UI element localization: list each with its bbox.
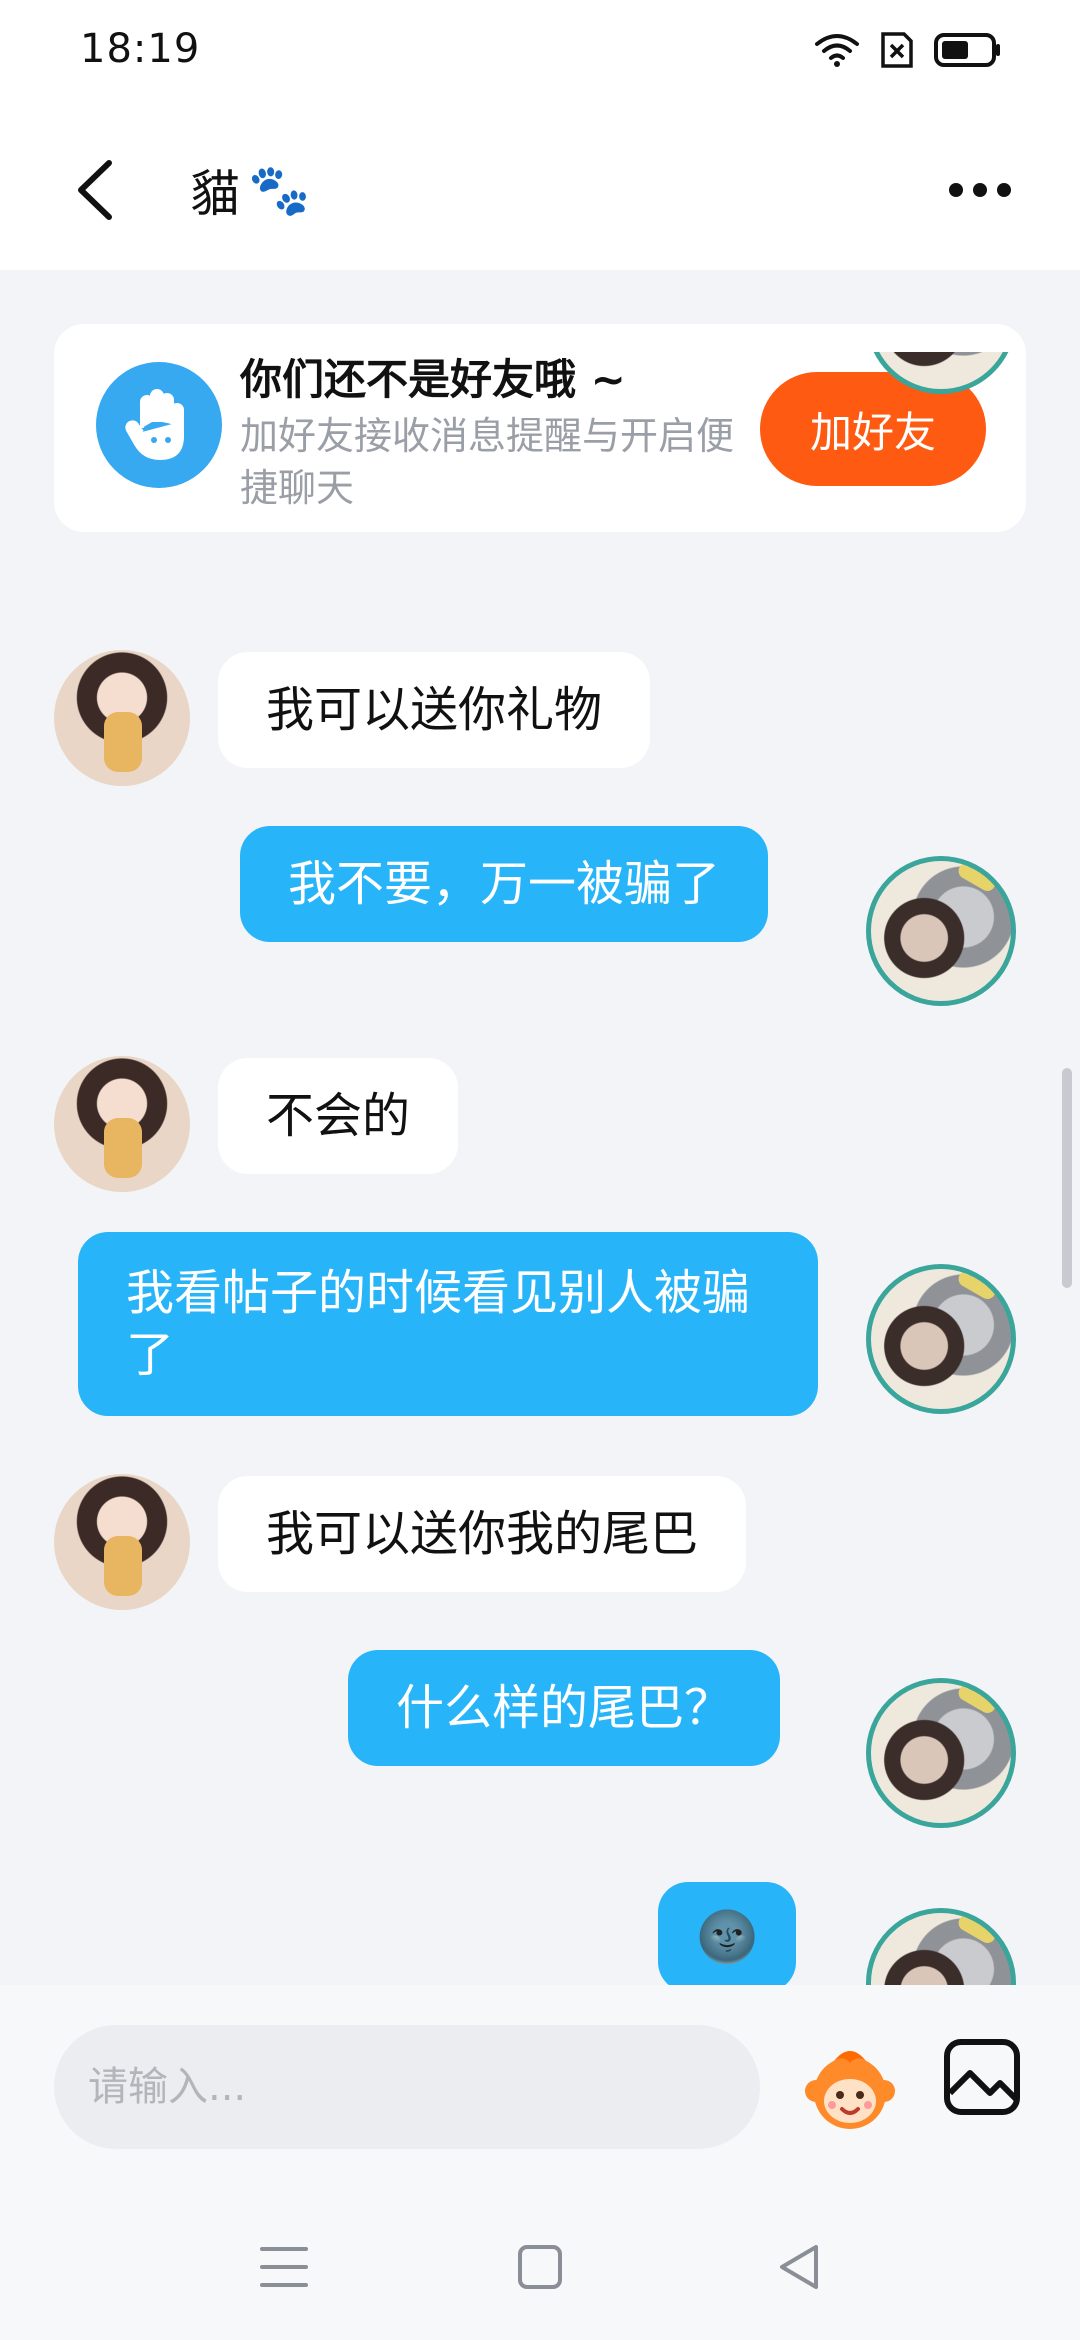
- menu-icon: [260, 2247, 308, 2287]
- avatar[interactable]: [866, 1908, 1016, 1985]
- battery-icon: [934, 32, 1002, 72]
- wave-hand-icon: [96, 362, 222, 488]
- message-bubble-incoming[interactable]: 我可以送你礼物: [218, 652, 651, 768]
- status-bar: 18:19: [0, 0, 1080, 110]
- no-sim-icon: [880, 31, 914, 73]
- message-bubble-outgoing[interactable]: 我看帖子的时候看见别人被骗了: [78, 1232, 818, 1416]
- square-icon: [518, 2245, 562, 2289]
- chevron-left-icon: [78, 160, 112, 220]
- banner-title: 你们还不是好友哦 ~: [240, 355, 626, 404]
- more-dots-icon: [949, 183, 1011, 197]
- system-nav-bar: [0, 2175, 1080, 2340]
- avatar[interactable]: [866, 1264, 1016, 1414]
- message-bubble-incoming[interactable]: 我可以送你我的尾巴: [218, 1476, 747, 1592]
- chat-title-text: 貓: [190, 165, 240, 223]
- message-bubble-incoming[interactable]: 不会的: [218, 1058, 459, 1174]
- message-bubble-outgoing[interactable]: 我不要，万一被骗了: [240, 826, 769, 942]
- avatar[interactable]: [54, 1474, 190, 1610]
- scrollbar[interactable]: [1062, 1068, 1072, 1288]
- wifi-icon: [814, 32, 860, 72]
- status-icons: [814, 30, 1002, 74]
- avatar[interactable]: [54, 1056, 190, 1192]
- back-button[interactable]: [60, 150, 130, 230]
- banner-subtitle: 加好友接收消息提醒与开启便捷聊天: [240, 414, 735, 510]
- image-icon: [944, 2039, 1020, 2115]
- status-time: 18:19: [80, 26, 201, 72]
- message-bubble-outgoing[interactable]: 什么样的尾巴？: [348, 1650, 781, 1766]
- avatar[interactable]: [866, 856, 1016, 1006]
- paw-icon: 🐾: [248, 160, 311, 219]
- more-options-button[interactable]: [940, 160, 1020, 220]
- nav-home-button[interactable]: [510, 2237, 570, 2297]
- image-button[interactable]: [942, 2037, 1022, 2117]
- chat-header: 貓 🐾: [0, 110, 1080, 270]
- chat-title: 貓 🐾: [190, 154, 310, 226]
- message-input[interactable]: [54, 2025, 760, 2149]
- message-bubble-outgoing[interactable]: 🌚: [658, 1882, 797, 1985]
- input-bar: [0, 1985, 1080, 2175]
- nav-back-button[interactable]: [770, 2237, 830, 2297]
- emoji-button[interactable]: [800, 2035, 900, 2135]
- avatar[interactable]: [54, 650, 190, 786]
- chat-area[interactable]: 你们还不是好友哦 ~ 加好友接收消息提醒与开启便捷聊天 加好友 我可以送你礼物 …: [0, 270, 1080, 1985]
- emoji-monkey-icon: [805, 2051, 895, 2129]
- avatar[interactable]: [866, 1678, 1016, 1828]
- triangle-back-icon: [780, 2245, 818, 2289]
- nav-recents-button[interactable]: [254, 2237, 314, 2297]
